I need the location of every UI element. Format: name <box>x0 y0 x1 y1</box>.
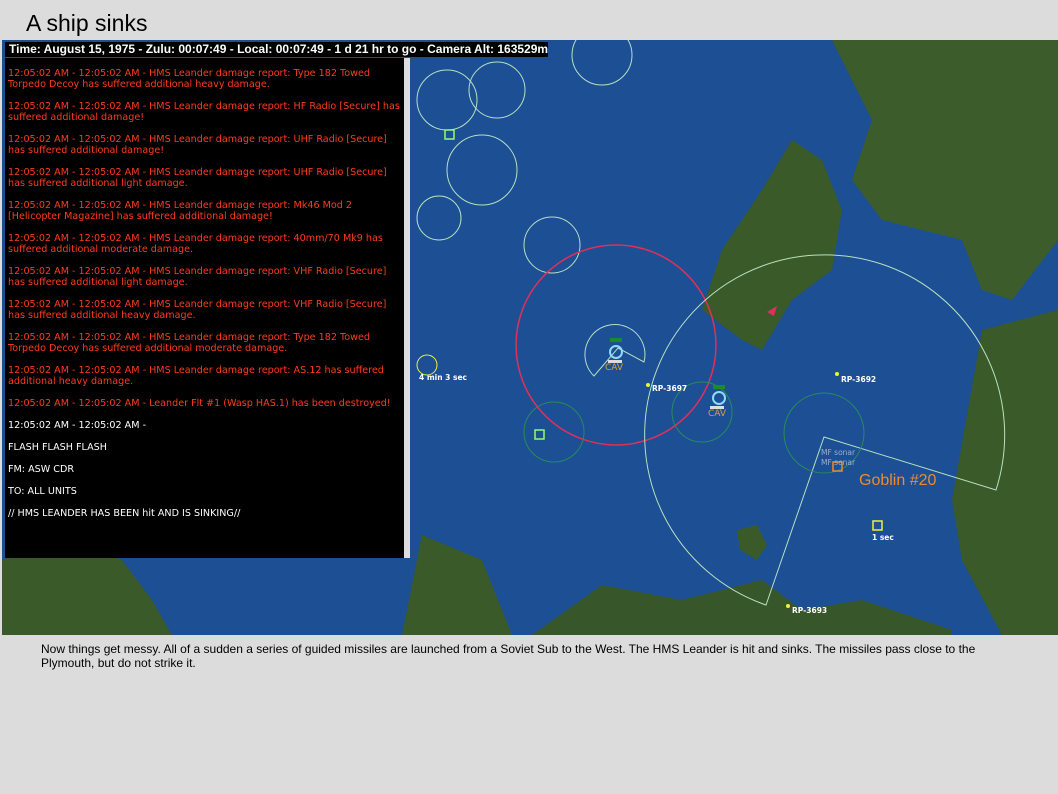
refpoint-label: RP-3692 <box>841 375 877 384</box>
log-entry: 12:05:02 AM - 12:05:02 AM - <box>8 420 147 431</box>
refpoint-label: RP-3693 <box>792 606 828 615</box>
log-entry: 12:05:02 AM - 12:05:02 AM - HMS Leander … <box>8 365 384 387</box>
log-entry: // HMS LEANDER HAS BEEN hit AND IS SINKI… <box>8 508 241 519</box>
timer-label: 1 sec <box>872 533 894 542</box>
log-entry: 12:05:02 AM - 12:05:02 AM - HMS Leander … <box>8 299 387 321</box>
log-entry: 12:05:02 AM - 12:05:02 AM - HMS Leander … <box>8 233 383 255</box>
unit-label: CAV <box>605 363 624 373</box>
sonar-label: MF sonar <box>821 448 856 457</box>
log-entry: TO: ALL UNITS <box>8 486 77 497</box>
log-entry: 12:05:02 AM - 12:05:02 AM - Leander Flt … <box>8 398 391 409</box>
sonar-label: MF sonar <box>821 458 856 467</box>
game-screenshot: RP-3697 RP-3692 RP-3693 CAV CAV 4 min 3 … <box>2 40 1058 635</box>
log-scrollbar[interactable] <box>404 58 410 558</box>
status-bar: Time: August 15, 1975 - Zulu: 00:07:49 -… <box>5 42 548 57</box>
message-log: 12:05:02 AM - 12:05:02 AM - HMS Leander … <box>5 58 404 558</box>
caption: Now things get messy. All of a sudden a … <box>41 642 976 670</box>
contact-label: Goblin #20 <box>859 472 937 489</box>
unit-label: CAV <box>708 409 727 419</box>
refpoint-label: RP-3697 <box>652 384 688 393</box>
log-entry: 12:05:02 AM - 12:05:02 AM - HMS Leander … <box>8 134 387 156</box>
log-entry: 12:05:02 AM - 12:05:02 AM - HMS Leander … <box>8 200 353 222</box>
log-entry: FLASH FLASH FLASH <box>8 442 107 453</box>
log-entry: 12:05:02 AM - 12:05:02 AM - HMS Leander … <box>8 101 400 123</box>
log-entry: 12:05:02 AM - 12:05:02 AM - HMS Leander … <box>8 167 387 189</box>
log-entry: 12:05:02 AM - 12:05:02 AM - HMS Leander … <box>8 68 370 90</box>
page-title: A ship sinks <box>26 10 148 36</box>
log-entry: 12:05:02 AM - 12:05:02 AM - HMS Leander … <box>8 332 370 354</box>
timer-label: 4 min 3 sec <box>419 373 467 382</box>
log-entry: 12:05:02 AM - 12:05:02 AM - HMS Leander … <box>8 266 387 288</box>
log-entry: FM: ASW CDR <box>8 464 75 475</box>
